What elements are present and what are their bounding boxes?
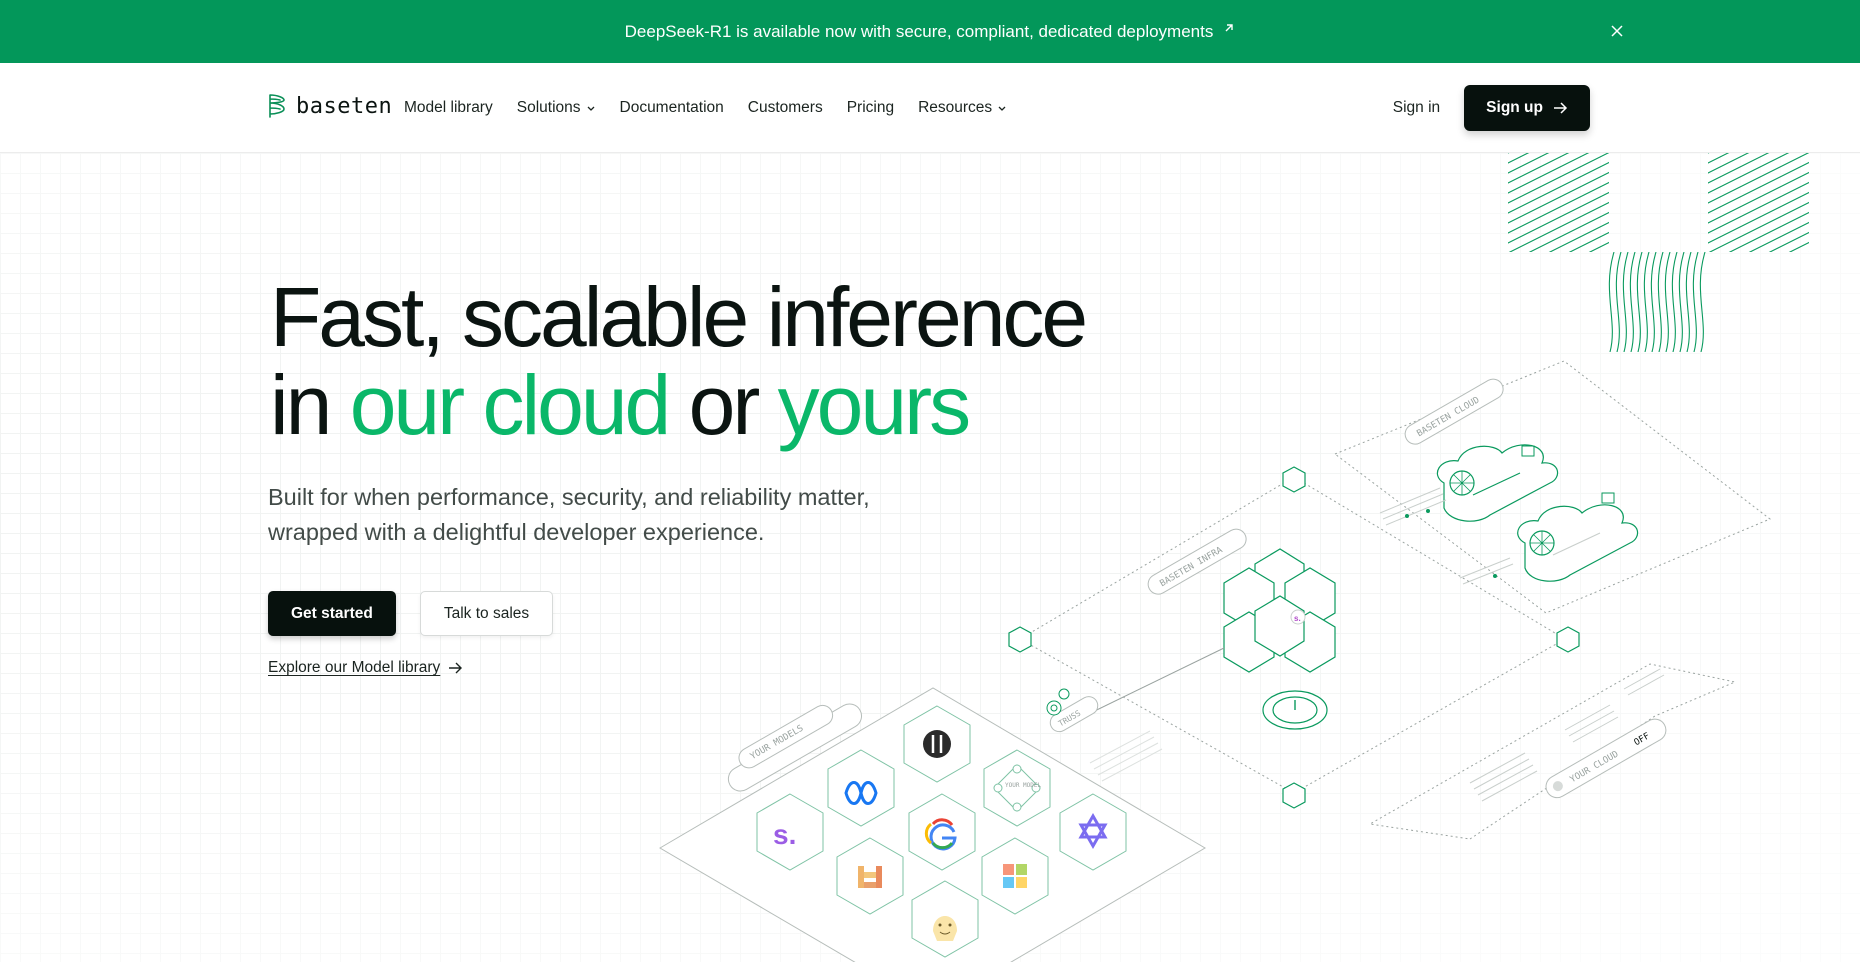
logo-wordmark: baseten — [296, 93, 393, 119]
sign-up-button[interactable]: Sign up — [1464, 85, 1590, 131]
nav-link-label: Documentation — [619, 99, 724, 116]
get-started-button[interactable]: Get started — [268, 591, 396, 636]
hero-section: Fast, scalable inference in our cloud or… — [0, 153, 1860, 962]
baseten-cloud-panel: BASETEN CLOUD — [1333, 360, 1771, 614]
baseten-logo-icon — [269, 94, 285, 118]
top-nav: baseten Model library Solutions Document… — [0, 63, 1860, 153]
chevron-down-icon — [587, 106, 594, 111]
banner-link[interactable]: DeepSeek-R1 is available now with secure… — [625, 22, 1236, 42]
baseten-infra-panel: BASETEN INFRA s. TRUSS — [1008, 466, 1580, 809]
nav-link-resources[interactable]: Resources — [918, 99, 1007, 117]
headline-our-cloud: our cloud — [349, 358, 672, 452]
nav-actions: Sign in Sign up — [1393, 85, 1590, 131]
banner-close-button[interactable] — [1606, 20, 1628, 42]
nav-links: Model library Solutions Documentation Cu… — [404, 63, 1031, 153]
chevron-down-icon — [998, 106, 1006, 111]
s-badge: s. — [1294, 614, 1301, 623]
nav-link-label: Customers — [747, 99, 823, 116]
close-icon — [1611, 25, 1623, 37]
your-models-panel: YOUR MODELS YOUR MODEL s. — [659, 687, 1206, 962]
nav-link-solutions[interactable]: Solutions — [517, 99, 596, 117]
nav-link-customers[interactable]: Customers — [748, 99, 823, 117]
your-model-label: YOUR MODEL — [1005, 782, 1042, 789]
announcement-banner: DeepSeek-R1 is available now with secure… — [0, 0, 1860, 63]
talk-to-sales-button[interactable]: Talk to sales — [419, 591, 554, 636]
nav-link-label: Model library — [404, 99, 493, 116]
sign-up-label: Sign up — [1486, 99, 1543, 116]
s-logo-icon: s. — [773, 819, 796, 850]
arrow-right-icon — [1554, 102, 1568, 114]
sign-in-link[interactable]: Sign in — [1393, 99, 1440, 117]
infrastructure-illustration: YOUR CLOUD OFF BASETEN CLOUD BASETEN INF… — [659, 360, 1771, 962]
banner-text: DeepSeek-R1 is available now with secure… — [624, 21, 1214, 41]
arrow-up-right-icon — [1225, 23, 1234, 31]
hero-cta-row: Get started Talk to sales — [268, 591, 554, 636]
nav-link-model-library[interactable]: Model library — [404, 99, 493, 117]
your-cloud-panel: YOUR CLOUD OFF — [1368, 663, 1737, 840]
nav-link-label: Solutions — [516, 99, 581, 116]
nav-link-label: Pricing — [846, 99, 895, 116]
headline-in: in — [270, 358, 350, 452]
nav-link-pricing[interactable]: Pricing — [847, 99, 894, 117]
nav-link-documentation[interactable]: Documentation — [620, 99, 724, 117]
model-icon — [923, 730, 951, 758]
baseten-logo[interactable]: baseten — [268, 91, 392, 121]
arrow-right-icon — [449, 662, 463, 674]
nav-link-label: Resources — [918, 99, 993, 116]
explore-link-label: Explore our Model library — [268, 659, 441, 676]
explore-model-library-link[interactable]: Explore our Model library — [268, 659, 463, 677]
